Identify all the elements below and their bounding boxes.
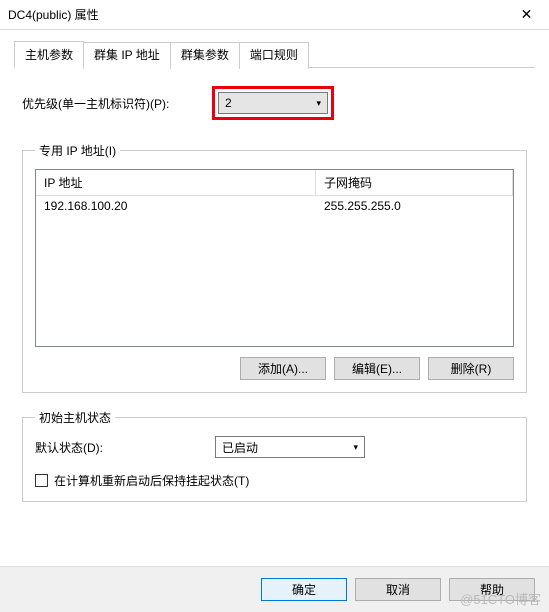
ip-listview[interactable]: IP 地址 子网掩码 192.168.100.20 255.255.255.0 xyxy=(35,169,514,347)
remove-button[interactable]: 删除(R) xyxy=(428,357,514,380)
listview-header: IP 地址 子网掩码 xyxy=(36,170,513,196)
priority-label: 优先级(单一主机标识符)(P): xyxy=(22,95,212,112)
dedicated-ip-legend: 专用 IP 地址(I) xyxy=(35,142,120,159)
edit-button[interactable]: 编辑(E)... xyxy=(334,357,420,380)
retain-suspend-checkbox[interactable] xyxy=(35,474,48,487)
ok-button[interactable]: 确定 xyxy=(261,578,347,601)
tab-cluster-params[interactable]: 群集参数 xyxy=(170,42,240,69)
titlebar: DC4(public) 属性 ✕ xyxy=(0,0,549,30)
default-state-label: 默认状态(D): xyxy=(35,439,215,456)
priority-highlight: 2 ▾ xyxy=(212,86,334,120)
retain-suspend-row: 在计算机重新启动后保持挂起状态(T) xyxy=(35,472,514,489)
list-item[interactable]: 192.168.100.20 255.255.255.0 xyxy=(36,196,513,216)
default-state-value: 已启动 xyxy=(222,439,258,456)
column-mask[interactable]: 子网掩码 xyxy=(316,170,513,195)
dedicated-ip-group: 专用 IP 地址(I) IP 地址 子网掩码 192.168.100.20 25… xyxy=(22,142,527,393)
chevron-down-icon: ▾ xyxy=(353,442,358,453)
close-button[interactable]: ✕ xyxy=(504,0,549,30)
initial-state-legend: 初始主机状态 xyxy=(35,409,115,426)
add-button[interactable]: 添加(A)... xyxy=(240,357,326,380)
tab-host-params[interactable]: 主机参数 xyxy=(14,41,84,68)
dialog-footer: 确定 取消 帮助 xyxy=(0,566,549,612)
cancel-button[interactable]: 取消 xyxy=(355,578,441,601)
chevron-down-icon: ▾ xyxy=(316,98,321,109)
tab-port-rules[interactable]: 端口规则 xyxy=(239,42,309,69)
cell-mask: 255.255.255.0 xyxy=(316,196,513,216)
default-state-combobox[interactable]: 已启动 ▾ xyxy=(215,436,365,458)
default-state-row: 默认状态(D): 已启动 ▾ xyxy=(35,436,514,458)
priority-row: 优先级(单一主机标识符)(P): 2 ▾ xyxy=(22,86,527,120)
column-ip[interactable]: IP 地址 xyxy=(36,170,316,195)
priority-combobox[interactable]: 2 ▾ xyxy=(218,92,328,114)
window-title: DC4(public) 属性 xyxy=(8,6,504,23)
retain-suspend-label: 在计算机重新启动后保持挂起状态(T) xyxy=(54,472,249,489)
tab-cluster-ip[interactable]: 群集 IP 地址 xyxy=(83,42,171,69)
tab-body: 优先级(单一主机标识符)(P): 2 ▾ 专用 IP 地址(I) IP 地址 子… xyxy=(14,68,535,526)
ip-button-row: 添加(A)... 编辑(E)... 删除(R) xyxy=(35,357,514,380)
initial-state-group: 初始主机状态 默认状态(D): 已启动 ▾ 在计算机重新启动后保持挂起状态(T) xyxy=(22,409,527,502)
close-icon: ✕ xyxy=(521,6,533,23)
priority-value: 2 xyxy=(225,96,232,110)
dialog-content: 主机参数 群集 IP 地址 群集参数 端口规则 优先级(单一主机标识符)(P):… xyxy=(0,30,549,526)
cell-ip: 192.168.100.20 xyxy=(36,196,316,216)
tab-strip: 主机参数 群集 IP 地址 群集参数 端口规则 xyxy=(14,40,535,68)
help-button[interactable]: 帮助 xyxy=(449,578,535,601)
